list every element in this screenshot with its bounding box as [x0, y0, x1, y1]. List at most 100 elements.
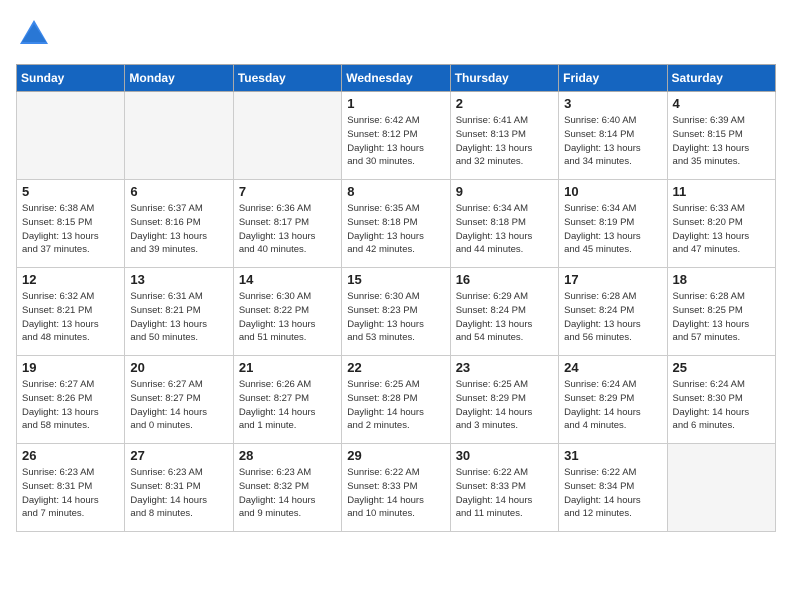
day-number: 20	[130, 360, 227, 375]
calendar-cell: 16 Sunrise: 6:29 AM Sunset: 8:24 PM Dayli…	[450, 268, 558, 356]
calendar-cell: 4 Sunrise: 6:39 AM Sunset: 8:15 PM Daylig…	[667, 92, 775, 180]
column-header-friday: Friday	[559, 65, 667, 92]
calendar-cell: 11Sunrise: 6:33 AM Sunset: 8:20 PM Dayli…	[667, 180, 775, 268]
day-info: Sunrise: 6:34 AM Sunset: 8:19 PM Dayligh…	[564, 202, 661, 257]
day-number: 17	[564, 272, 661, 287]
calendar-cell: 24 Sunrise: 6:24 AM Sunset: 8:29 PM Dayli…	[559, 356, 667, 444]
calendar-cell: 8Sunrise: 6:35 AM Sunset: 8:18 PM Daylig…	[342, 180, 450, 268]
calendar-week-3: 12 Sunrise: 6:32 AM Sunset: 8:21 PM Dayli…	[17, 268, 776, 356]
page-header	[16, 16, 776, 52]
calendar-cell: 14 Sunrise: 6:30 AM Sunset: 8:22 PM Dayli…	[233, 268, 341, 356]
day-number: 7	[239, 184, 336, 199]
day-number: 18	[673, 272, 770, 287]
day-info: Sunrise: 6:23 AM Sunset: 8:32 PM Dayligh…	[239, 466, 336, 521]
day-info: Sunrise: 6:23 AM Sunset: 8:31 PM Dayligh…	[130, 466, 227, 521]
calendar-week-5: 26 Sunrise: 6:23 AM Sunset: 8:31 PM Dayli…	[17, 444, 776, 532]
day-number: 31	[564, 448, 661, 463]
day-number: 23	[456, 360, 553, 375]
calendar-week-4: 19 Sunrise: 6:27 AM Sunset: 8:26 PM Dayli…	[17, 356, 776, 444]
day-info: Sunrise: 6:27 AM Sunset: 8:26 PM Dayligh…	[22, 378, 119, 433]
day-number: 15	[347, 272, 444, 287]
calendar-table: SundayMondayTuesdayWednesdayThursdayFrid…	[16, 64, 776, 532]
day-number: 27	[130, 448, 227, 463]
day-number: 13	[130, 272, 227, 287]
day-info: Sunrise: 6:24 AM Sunset: 8:29 PM Dayligh…	[564, 378, 661, 433]
calendar-cell	[125, 92, 233, 180]
calendar-cell: 6Sunrise: 6:37 AM Sunset: 8:16 PM Daylig…	[125, 180, 233, 268]
day-info: Sunrise: 6:32 AM Sunset: 8:21 PM Dayligh…	[22, 290, 119, 345]
calendar-cell: 1Sunrise: 6:42 AM Sunset: 8:12 PM Daylig…	[342, 92, 450, 180]
calendar-cell: 26 Sunrise: 6:23 AM Sunset: 8:31 PM Dayli…	[17, 444, 125, 532]
column-header-saturday: Saturday	[667, 65, 775, 92]
column-header-sunday: Sunday	[17, 65, 125, 92]
day-info: Sunrise: 6:27 AM Sunset: 8:27 PM Dayligh…	[130, 378, 227, 433]
column-header-tuesday: Tuesday	[233, 65, 341, 92]
calendar-week-2: 5Sunrise: 6:38 AM Sunset: 8:15 PM Daylig…	[17, 180, 776, 268]
day-info: Sunrise: 6:22 AM Sunset: 8:33 PM Dayligh…	[456, 466, 553, 521]
day-info: Sunrise: 6:24 AM Sunset: 8:30 PM Dayligh…	[673, 378, 770, 433]
day-number: 9	[456, 184, 553, 199]
calendar-body: 1Sunrise: 6:42 AM Sunset: 8:12 PM Daylig…	[17, 92, 776, 532]
day-info: Sunrise: 6:23 AM Sunset: 8:31 PM Dayligh…	[22, 466, 119, 521]
calendar-week-1: 1Sunrise: 6:42 AM Sunset: 8:12 PM Daylig…	[17, 92, 776, 180]
day-number: 4	[673, 96, 770, 111]
calendar-cell	[233, 92, 341, 180]
day-info: Sunrise: 6:41 AM Sunset: 8:13 PM Dayligh…	[456, 114, 553, 169]
day-info: Sunrise: 6:25 AM Sunset: 8:29 PM Dayligh…	[456, 378, 553, 433]
day-number: 25	[673, 360, 770, 375]
day-number: 30	[456, 448, 553, 463]
day-info: Sunrise: 6:30 AM Sunset: 8:22 PM Dayligh…	[239, 290, 336, 345]
calendar-cell: 2 Sunrise: 6:41 AM Sunset: 8:13 PM Daylig…	[450, 92, 558, 180]
column-header-monday: Monday	[125, 65, 233, 92]
day-number: 28	[239, 448, 336, 463]
calendar-cell: 10 Sunrise: 6:34 AM Sunset: 8:19 PM Dayli…	[559, 180, 667, 268]
day-number: 16	[456, 272, 553, 287]
day-info: Sunrise: 6:22 AM Sunset: 8:33 PM Dayligh…	[347, 466, 444, 521]
calendar-cell: 19 Sunrise: 6:27 AM Sunset: 8:26 PM Dayli…	[17, 356, 125, 444]
day-info: Sunrise: 6:29 AM Sunset: 8:24 PM Dayligh…	[456, 290, 553, 345]
day-info: Sunrise: 6:30 AM Sunset: 8:23 PM Dayligh…	[347, 290, 444, 345]
day-number: 2	[456, 96, 553, 111]
day-info: Sunrise: 6:28 AM Sunset: 8:24 PM Dayligh…	[564, 290, 661, 345]
calendar-cell: 13 Sunrise: 6:31 AM Sunset: 8:21 PM Dayli…	[125, 268, 233, 356]
calendar-cell: 29 Sunrise: 6:22 AM Sunset: 8:33 PM Dayli…	[342, 444, 450, 532]
column-header-wednesday: Wednesday	[342, 65, 450, 92]
day-number: 19	[22, 360, 119, 375]
calendar-cell: 18 Sunrise: 6:28 AM Sunset: 8:25 PM Dayli…	[667, 268, 775, 356]
day-info: Sunrise: 6:33 AM Sunset: 8:20 PM Dayligh…	[673, 202, 770, 257]
day-info: Sunrise: 6:40 AM Sunset: 8:14 PM Dayligh…	[564, 114, 661, 169]
day-number: 22	[347, 360, 444, 375]
day-info: Sunrise: 6:25 AM Sunset: 8:28 PM Dayligh…	[347, 378, 444, 433]
day-info: Sunrise: 6:28 AM Sunset: 8:25 PM Dayligh…	[673, 290, 770, 345]
calendar-cell	[667, 444, 775, 532]
day-number: 8	[347, 184, 444, 199]
day-info: Sunrise: 6:31 AM Sunset: 8:21 PM Dayligh…	[130, 290, 227, 345]
day-number: 26	[22, 448, 119, 463]
day-number: 29	[347, 448, 444, 463]
day-number: 6	[130, 184, 227, 199]
calendar-cell: 27 Sunrise: 6:23 AM Sunset: 8:31 PM Dayli…	[125, 444, 233, 532]
day-number: 21	[239, 360, 336, 375]
calendar-cell	[17, 92, 125, 180]
calendar-cell: 5Sunrise: 6:38 AM Sunset: 8:15 PM Daylig…	[17, 180, 125, 268]
calendar-cell: 15 Sunrise: 6:30 AM Sunset: 8:23 PM Dayli…	[342, 268, 450, 356]
day-number: 12	[22, 272, 119, 287]
day-number: 24	[564, 360, 661, 375]
calendar-cell: 22 Sunrise: 6:25 AM Sunset: 8:28 PM Dayli…	[342, 356, 450, 444]
day-info: Sunrise: 6:34 AM Sunset: 8:18 PM Dayligh…	[456, 202, 553, 257]
calendar-cell: 23 Sunrise: 6:25 AM Sunset: 8:29 PM Dayli…	[450, 356, 558, 444]
day-info: Sunrise: 6:26 AM Sunset: 8:27 PM Dayligh…	[239, 378, 336, 433]
calendar-cell: 21 Sunrise: 6:26 AM Sunset: 8:27 PM Dayli…	[233, 356, 341, 444]
calendar-cell: 30 Sunrise: 6:22 AM Sunset: 8:33 PM Dayli…	[450, 444, 558, 532]
calendar-cell: 25 Sunrise: 6:24 AM Sunset: 8:30 PM Dayli…	[667, 356, 775, 444]
logo-icon	[16, 16, 52, 52]
calendar-cell: 17 Sunrise: 6:28 AM Sunset: 8:24 PM Dayli…	[559, 268, 667, 356]
calendar-cell: 12 Sunrise: 6:32 AM Sunset: 8:21 PM Dayli…	[17, 268, 125, 356]
calendar-cell: 20 Sunrise: 6:27 AM Sunset: 8:27 PM Dayli…	[125, 356, 233, 444]
day-number: 14	[239, 272, 336, 287]
day-number: 5	[22, 184, 119, 199]
day-number: 10	[564, 184, 661, 199]
day-info: Sunrise: 6:39 AM Sunset: 8:15 PM Dayligh…	[673, 114, 770, 169]
calendar-cell: 9 Sunrise: 6:34 AM Sunset: 8:18 PM Daylig…	[450, 180, 558, 268]
logo	[16, 16, 56, 52]
